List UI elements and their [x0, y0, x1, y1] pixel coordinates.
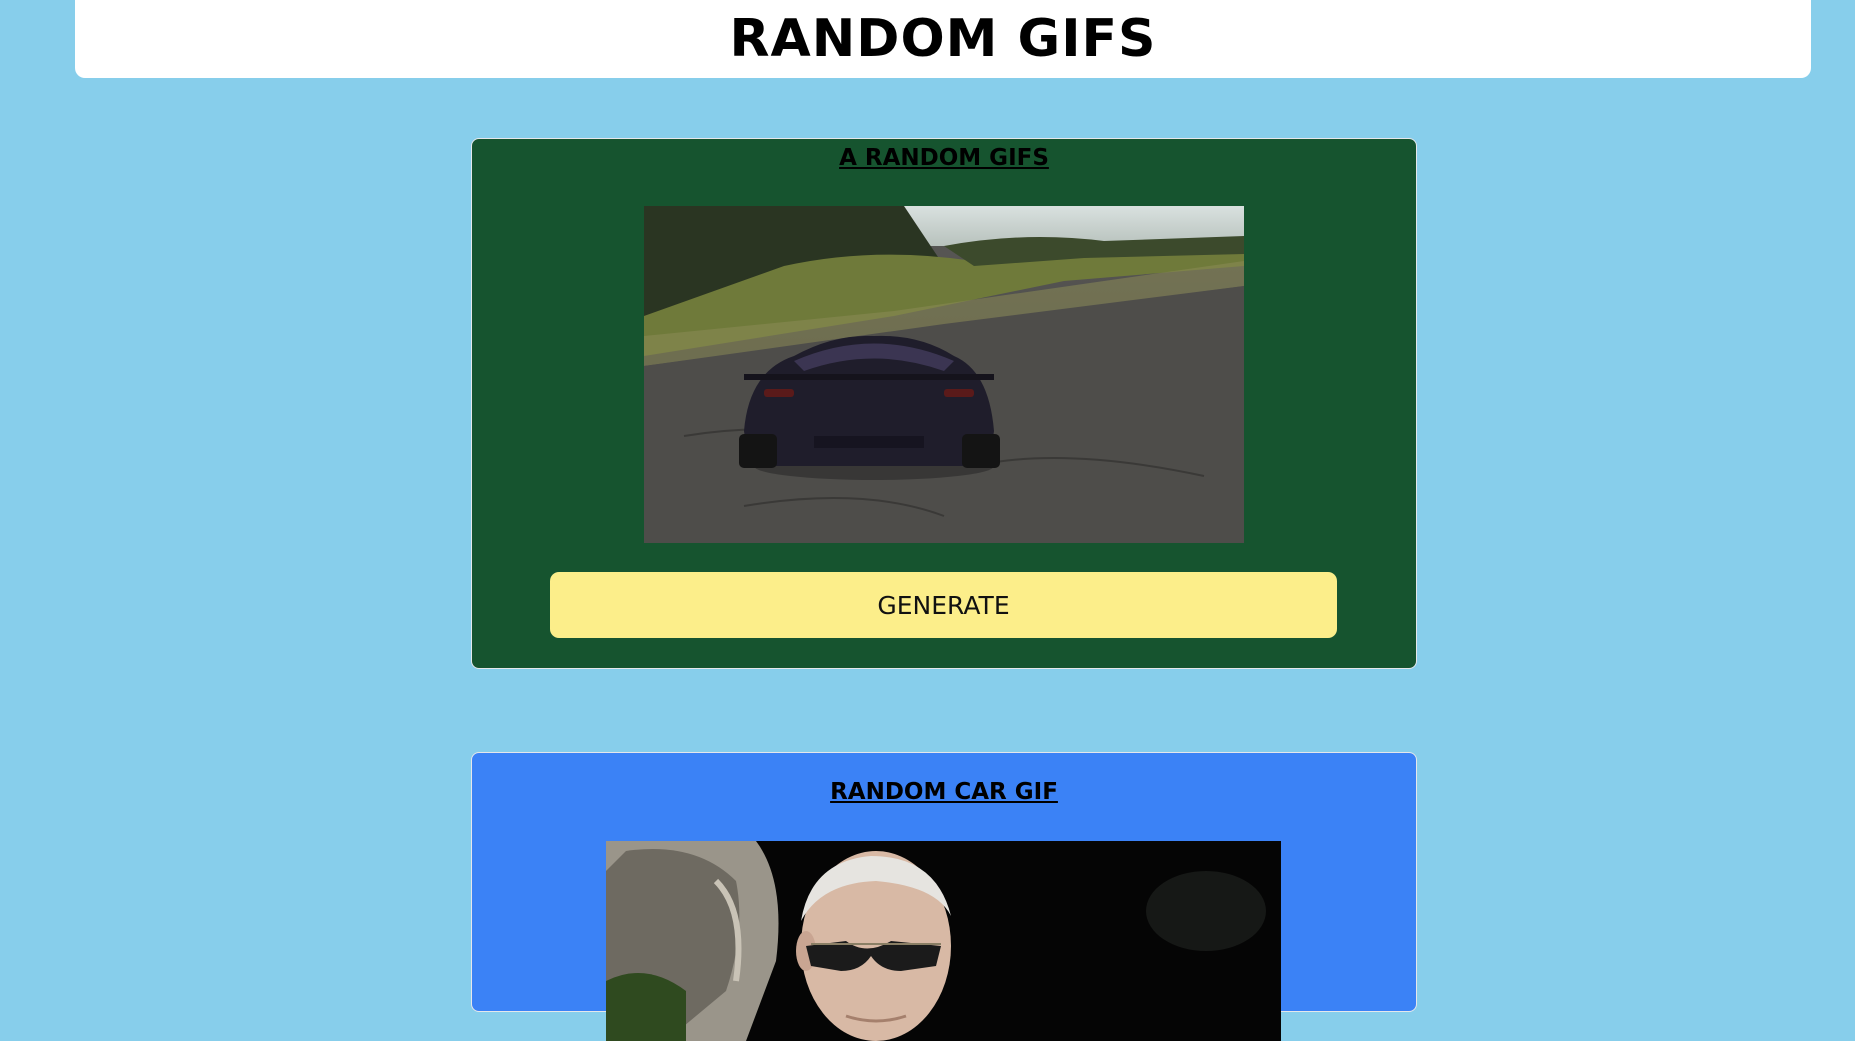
generate-button[interactable]: GENERATE — [550, 572, 1337, 638]
random-gif-image — [644, 206, 1244, 543]
random-car-gif-card: RANDOM CAR GIF — [471, 752, 1417, 1041]
random-car-gif-image — [606, 841, 1281, 1041]
sports-car-scene — [644, 206, 1244, 543]
page-title: RANDOM GIFS — [729, 9, 1157, 69]
man-in-car-scene — [606, 841, 1281, 1041]
random-gif-card-title: A RANDOM GIFS — [839, 145, 1049, 171]
page-header: RANDOM GIFS — [75, 0, 1811, 78]
random-gif-card: A RANDOM GIFS GENERATE — [471, 138, 1417, 669]
random-car-gif-card-title: RANDOM CAR GIF — [830, 779, 1058, 805]
